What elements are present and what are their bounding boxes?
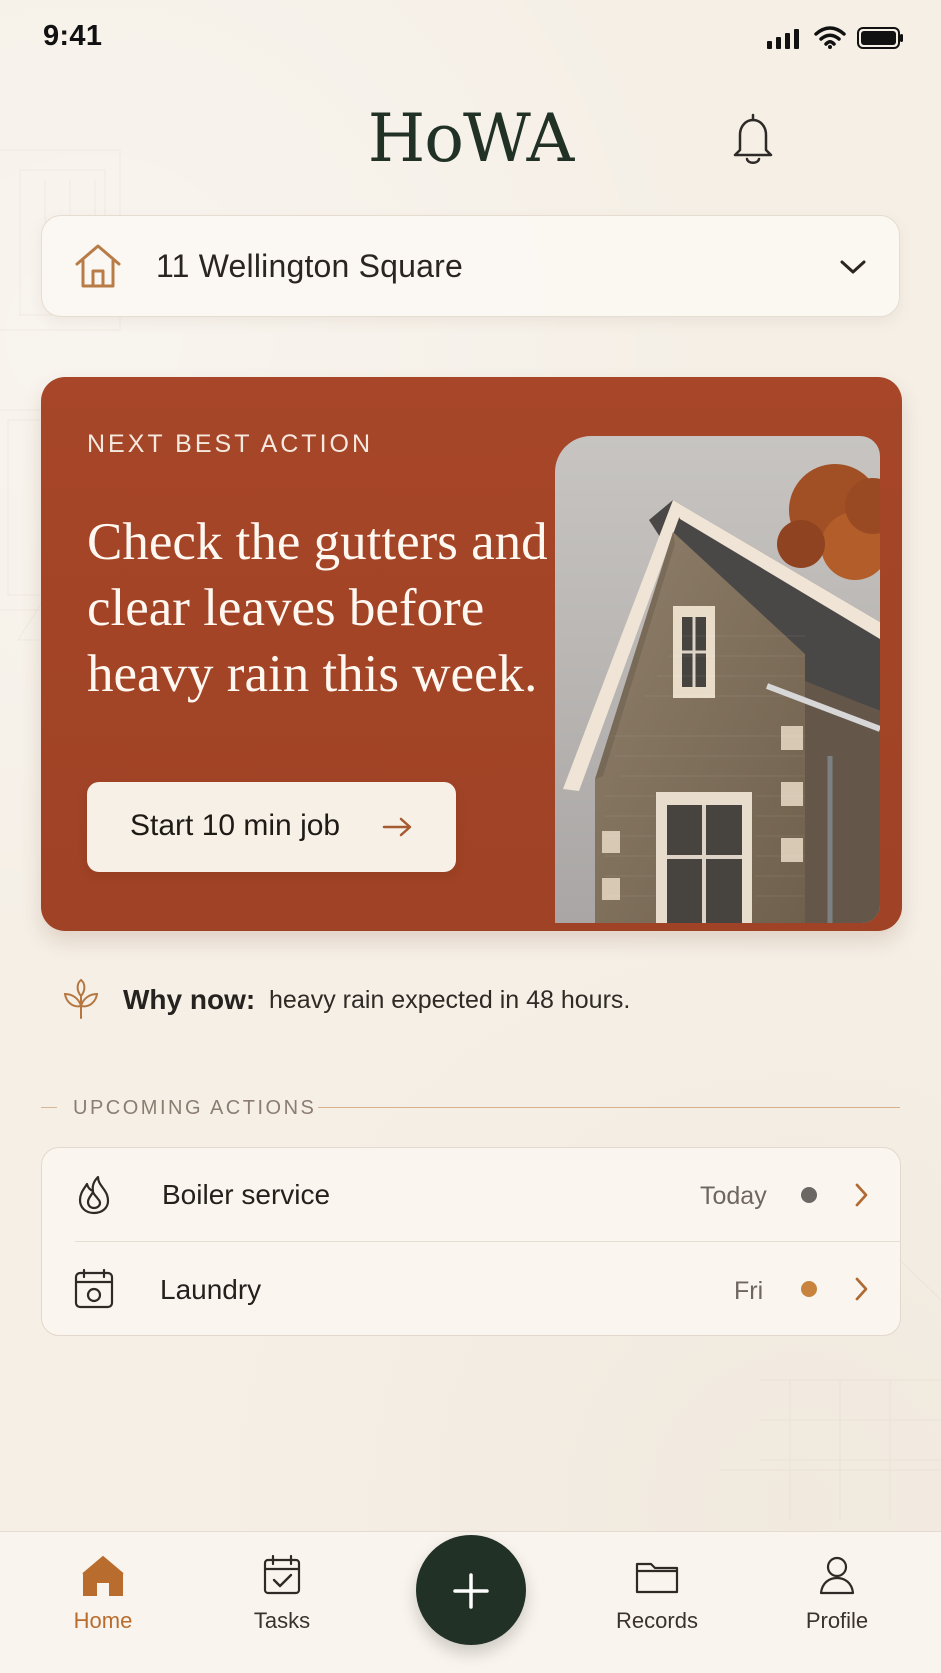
nav-tasks[interactable]: Tasks (217, 1546, 347, 1646)
upcoming-item-when: Fri (734, 1277, 764, 1305)
upcoming-item-title: Laundry (160, 1274, 262, 1305)
app-screen: 9:41 HoWA 11 Wellington Square NEXT BEST… (0, 0, 941, 1673)
house-illustration (555, 436, 880, 923)
nav-profile[interactable]: Profile (772, 1546, 902, 1646)
nav-home[interactable]: Home (38, 1546, 168, 1646)
start-job-button-label: Start 10 min job (130, 809, 341, 842)
next-best-action-label: NEXT BEST ACTION (87, 430, 374, 458)
why-now-label: Why now: (123, 984, 256, 1015)
nav-home-label: Home (73, 1608, 133, 1633)
wifi-icon (814, 26, 846, 49)
sprout-icon (63, 978, 99, 1019)
status-dot (801, 1187, 817, 1203)
nav-profile-label: Profile (805, 1608, 869, 1633)
nav-tasks-label: Tasks (253, 1608, 311, 1633)
calendar-check-icon (263, 1554, 301, 1595)
chevron-right-icon[interactable] (851, 1275, 871, 1303)
plus-icon (453, 1573, 489, 1609)
app-title: HoWA (367, 100, 575, 177)
upcoming-item-when: Today (700, 1182, 767, 1210)
user-icon (819, 1556, 855, 1595)
nav-records[interactable]: Records (592, 1546, 722, 1646)
flame-icon (78, 1175, 110, 1215)
section-divider-left (41, 1107, 57, 1108)
status-dot (801, 1281, 817, 1297)
folder-icon (635, 1562, 679, 1594)
calendar-washer-icon (74, 1268, 114, 1309)
house-image (555, 436, 880, 923)
chevron-down-icon[interactable] (836, 254, 870, 278)
arrow-right-icon (382, 817, 412, 837)
why-now-text: heavy rain expected in 48 hours. (269, 986, 631, 1014)
battery-icon (857, 27, 903, 49)
chevron-right-icon[interactable] (851, 1181, 871, 1209)
status-time: 9:41 (43, 20, 103, 52)
nav-records-label: Records (616, 1608, 698, 1633)
bell-icon[interactable] (730, 111, 776, 167)
status-icons (767, 26, 905, 50)
section-divider-right (318, 1107, 900, 1108)
next-best-action-title: Check the gutters and clear leaves befor… (87, 513, 548, 703)
home-filled-icon (82, 1555, 124, 1596)
signal-icon (767, 29, 799, 49)
property-name: 11 Wellington Square (156, 248, 464, 284)
upcoming-actions-title: UPCOMING ACTIONS (73, 1097, 317, 1119)
status-bar: 9:41 (0, 0, 941, 84)
upcoming-item-title: Boiler service (162, 1179, 331, 1210)
home-outline-icon (75, 244, 121, 288)
